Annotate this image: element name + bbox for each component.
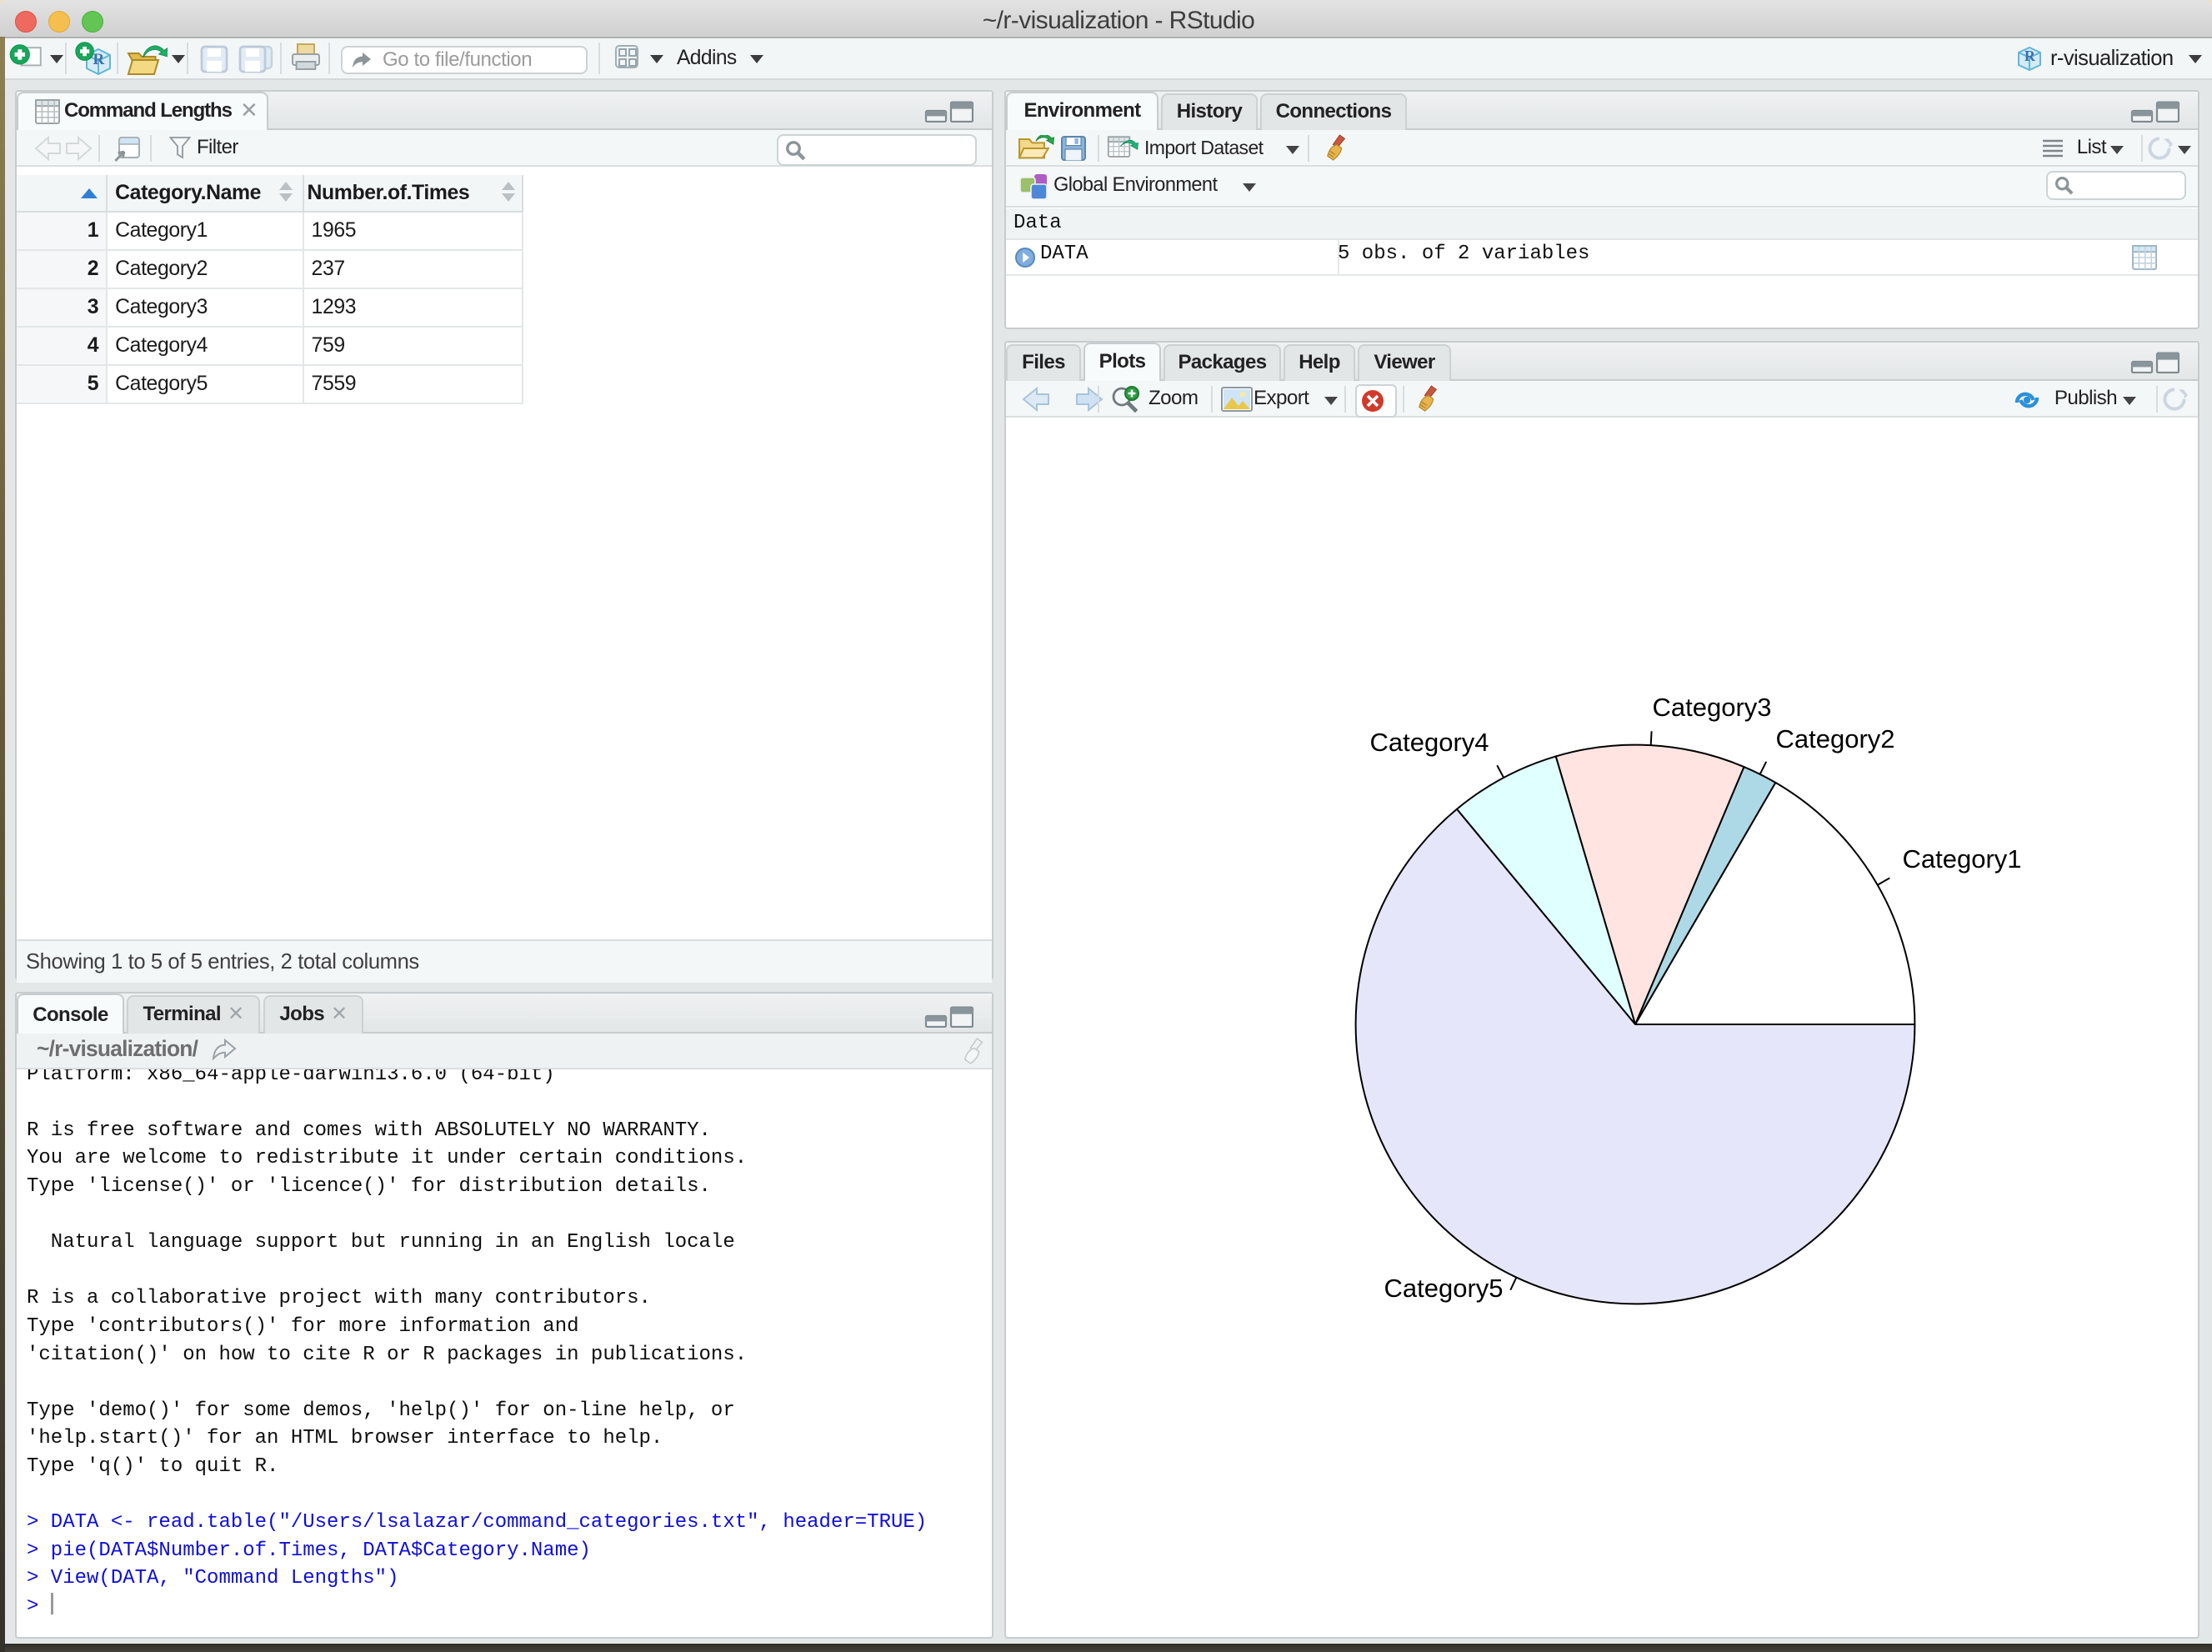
svg-text:Category5: Category5 (1384, 1274, 1503, 1303)
svg-text:Category4: Category4 (1369, 728, 1489, 757)
svg-text:Category3: Category3 (1652, 693, 1771, 722)
svg-text:R: R (2024, 48, 2036, 64)
svg-text:Category1: Category1 (1902, 844, 2021, 874)
svg-text:Category2: Category2 (1775, 724, 1894, 753)
svg-text:R: R (93, 51, 105, 68)
